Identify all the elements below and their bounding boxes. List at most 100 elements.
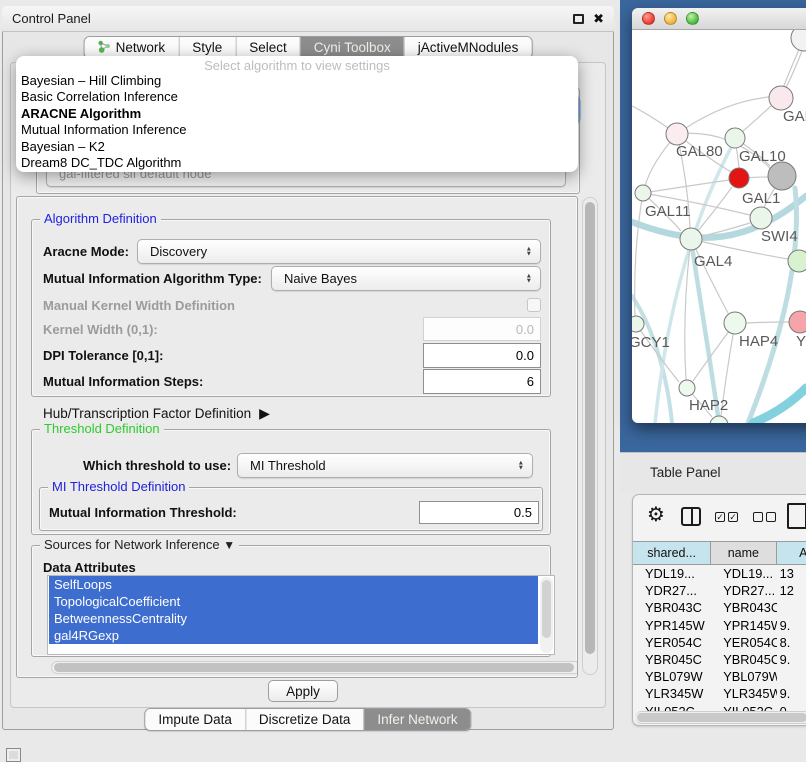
table-cell: YDR27...	[711, 582, 776, 599]
table-hscrollbar[interactable]	[635, 711, 806, 724]
network-window-titlebar[interactable]	[632, 8, 806, 30]
network-node-gal4[interactable]	[680, 228, 702, 250]
float-panel-icon[interactable]	[573, 14, 584, 24]
bottom-tab-impute-data-label: Impute Data	[158, 712, 232, 727]
node-label-gal11: GAL11	[645, 203, 691, 220]
floating-panel-icon[interactable]	[6, 748, 21, 762]
network-node-gal80[interactable]	[666, 123, 688, 145]
deselect-all-icon[interactable]	[753, 512, 779, 530]
bottom-tab-infer-network[interactable]: Infer Network	[363, 709, 470, 730]
tab-jactivemnodules[interactable]: jActiveMNodules	[404, 37, 532, 58]
bottom-tab-impute-data[interactable]: Impute Data	[145, 709, 245, 730]
attribute-item-selfloops[interactable]: SelfLoops	[49, 576, 538, 593]
node-label-gal: GAL	[783, 108, 806, 125]
algorithm-option-bayesian-hill-climbing[interactable]: Bayesian – Hill Climbing	[16, 73, 578, 89]
network-node[interactable]	[710, 416, 728, 423]
kernel-width-label: Kernel Width (0,1):	[43, 317, 158, 341]
algorithm-option-bayesian-k2[interactable]: Bayesian – K2	[16, 139, 578, 155]
network-node-gal[interactable]	[769, 86, 793, 110]
table-cell: YPR145W	[633, 617, 711, 634]
tab-select[interactable]: Select	[235, 37, 300, 58]
table-row[interactable]: YER054CYER054C8.	[633, 634, 806, 651]
mi-type-value: Naive Bayes	[284, 271, 357, 286]
table-header-row: shared...nameA	[633, 541, 806, 565]
apply-button[interactable]: Apply	[268, 680, 338, 702]
aracne-mode-select[interactable]: Discovery ▲▼	[137, 239, 541, 264]
window-controls: ✖	[573, 12, 614, 25]
table-cell: 9.	[777, 685, 806, 702]
table-row[interactable]: YBR045CYBR045C9.	[633, 651, 806, 668]
network-canvas[interactable]: GALGAL80GAL10GAL1GAL11GAL4SWI4GCY1HAP4YH…	[632, 30, 806, 423]
table-row[interactable]: YDR27...YDR27...12	[633, 582, 806, 599]
column-header-shared-[interactable]: shared...	[633, 542, 711, 564]
select-all-icon[interactable]: ✓✓	[715, 512, 741, 530]
table-row[interactable]: YBR043CYBR043C	[633, 599, 806, 616]
cyni-bottom-tabbar: Impute Data Discretize Data Infer Network	[144, 708, 471, 731]
network-node-hap2[interactable]	[679, 380, 695, 396]
export-table-icon[interactable]	[787, 503, 806, 529]
close-traffic-light-icon[interactable]	[642, 12, 655, 25]
tab-select-label: Select	[249, 40, 287, 55]
tab-style[interactable]: Style	[178, 37, 235, 58]
settings-vscrollbar[interactable]	[582, 197, 598, 675]
table-row[interactable]: YLR345WYLR345W9.	[633, 685, 806, 702]
table-cell: 8.	[777, 634, 806, 651]
attribute-item-betweennesscentrality[interactable]: BetweennessCentrality	[49, 610, 538, 627]
network-node-gal10[interactable]	[725, 128, 745, 148]
close-icon[interactable]: ✖	[593, 12, 604, 25]
network-node-y[interactable]	[789, 311, 806, 333]
algorithm-option-aracne-algorithm[interactable]: ARACNE Algorithm	[16, 106, 578, 122]
column-visibility-icon[interactable]	[681, 507, 701, 526]
mi-threshold-field[interactable]: 0.5	[419, 501, 539, 524]
network-node-hap4[interactable]	[724, 312, 746, 334]
network-node-gal1[interactable]	[750, 207, 772, 229]
column-header-name[interactable]: name	[711, 542, 776, 564]
network-node-swi4[interactable]	[788, 250, 806, 272]
bottom-tab-discretize-data[interactable]: Discretize Data	[245, 709, 364, 730]
tab-cyni-toolbox[interactable]: Cyni Toolbox	[300, 37, 404, 58]
expanded-arrow-icon[interactable]: ▼	[223, 538, 235, 552]
table-panel-titlebar: Table Panel	[620, 452, 806, 492]
table-row[interactable]: YIL052CYIL052C0.	[633, 703, 806, 712]
table-row[interactable]: YDL19...YDL19...13	[633, 565, 806, 582]
table-cell: YBR043C	[633, 599, 711, 616]
node-label-y: Y	[796, 333, 806, 350]
attribute-item-topologicalcoefficient[interactable]: TopologicalCoefficient	[49, 593, 538, 610]
algorithm-option-dream8-dc-tdc-algorithm[interactable]: Dream8 DC_TDC Algorithm	[16, 155, 578, 171]
table-cell: YPR145W	[711, 617, 776, 634]
data-attributes-list[interactable]: SelfLoopsTopologicalCoefficientBetweenne…	[47, 575, 555, 655]
mi-steps-field[interactable]: 6	[423, 369, 541, 394]
column-header-a[interactable]: A	[777, 542, 806, 564]
mi-type-select[interactable]: Naive Bayes ▲▼	[271, 266, 541, 291]
minimize-traffic-light-icon[interactable]	[664, 12, 677, 25]
network-node-gal11[interactable]	[635, 185, 651, 201]
gear-icon[interactable]: ⚙	[647, 505, 665, 525]
network-node-gcy1[interactable]	[632, 316, 644, 332]
network-node[interactable]	[791, 30, 806, 51]
attribute-item-gal4rgexp[interactable]: gal4RGexp	[49, 627, 538, 644]
kernel-width-field[interactable]: 0.0	[423, 317, 541, 341]
algorithm-option-mutual-information-inference[interactable]: Mutual Information Inference	[16, 122, 578, 138]
manual-kernel-checkbox[interactable]	[527, 298, 541, 312]
settings-hscrollbar[interactable]	[51, 661, 578, 674]
algorithm-dropdown-popup: Select algorithm to view settings Bayesi…	[16, 56, 578, 172]
network-view-window[interactable]: GALGAL80GAL10GAL1GAL11GAL4SWI4GCY1HAP4YH…	[632, 8, 806, 423]
network-edge	[635, 193, 643, 316]
manual-kernel-label: Manual Kernel Width Definition	[43, 293, 235, 317]
tab-cyni-toolbox-label: Cyni Toolbox	[314, 40, 391, 55]
algorithm-option-basic-correlation-inference[interactable]: Basic Correlation Inference	[16, 89, 578, 105]
table-row[interactable]: YPR145WYPR145W9.	[633, 617, 806, 634]
combo-arrows-icon: ▲▼	[518, 460, 524, 471]
node-label-gcy1: GCY1	[632, 334, 670, 351]
table-cell: YIL052C	[711, 703, 776, 712]
tab-network[interactable]: Network	[85, 37, 179, 58]
bottom-tab-discretize-data-label: Discretize Data	[259, 712, 351, 727]
network-node[interactable]	[729, 168, 749, 188]
table-row[interactable]: YBL079WYBL079W	[633, 668, 806, 685]
network-node[interactable]	[768, 162, 796, 190]
dpi-tolerance-field[interactable]: 0.0	[423, 343, 541, 368]
zoom-traffic-light-icon[interactable]	[686, 12, 699, 25]
which-threshold-select[interactable]: MI Threshold ▲▼	[237, 453, 533, 478]
attribute-list-scrollbar[interactable]	[540, 577, 553, 653]
bottom-tab-infer-network-label: Infer Network	[377, 712, 457, 727]
